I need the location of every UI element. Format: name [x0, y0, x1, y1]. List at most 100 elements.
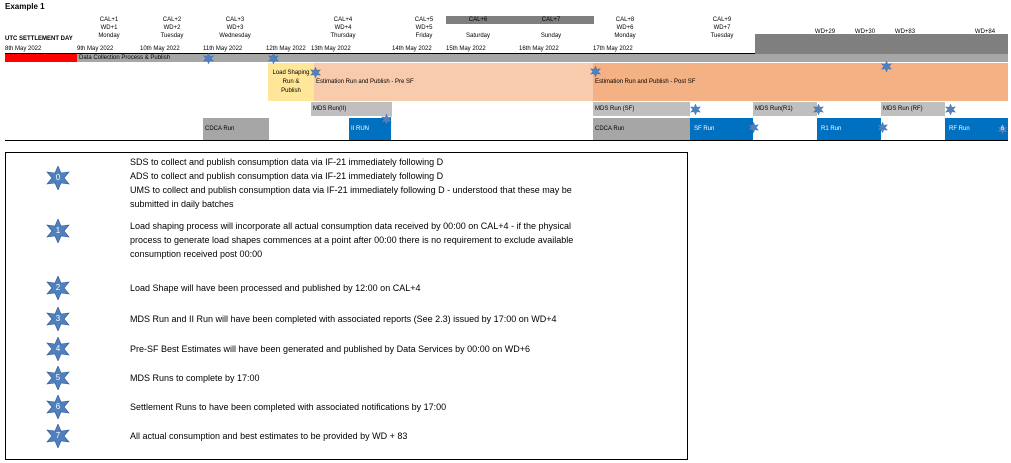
first-date: 8th May 2022: [5, 46, 42, 52]
legend-number: 6: [55, 402, 61, 411]
header-cal: CAL+7: [541, 17, 561, 23]
legend-line: Load Shape will have been processed and …: [130, 283, 421, 293]
milestone-star-icon: [945, 104, 956, 115]
header-cal: CAL+1: [99, 17, 119, 23]
header-date: 9th May 2022: [77, 46, 114, 52]
header-wd: WD+6: [616, 25, 634, 31]
red-bar: [5, 54, 77, 62]
mds-sf-label: MDS Run (SF): [595, 106, 635, 112]
legend-number: 1: [55, 226, 61, 235]
legend-number: 5: [55, 373, 61, 382]
rf-run-label: RF Run: [949, 126, 970, 132]
legend-number: 2: [55, 283, 61, 292]
estimation-pre-bar: Estimation Run and Publish - Pre SF: [314, 63, 593, 101]
header-wd: WD+4: [334, 25, 352, 31]
header-wd: WD+1: [100, 25, 118, 31]
legend-star-icon: 5: [46, 366, 70, 390]
mds-sf-bar: MDS Run (SF): [593, 102, 690, 116]
page-title: Example 1: [5, 2, 45, 11]
wd-extra-label: WD+83: [894, 29, 916, 35]
wd-extra-label: WD+30: [854, 29, 876, 35]
milestone-star-icon: [381, 114, 392, 125]
legend-box: 0 SDS to collect and publish consumption …: [5, 152, 688, 460]
milestone-star-icon: [268, 53, 279, 64]
header-day: Sunday: [540, 33, 562, 39]
header-cal: CAL+2: [162, 17, 182, 23]
legend-line: UMS to collect and publish consumption d…: [130, 185, 572, 195]
header-day: Tuesday: [160, 33, 184, 39]
header-date: 13th May 2022: [311, 46, 351, 52]
header-wd: WD+3: [226, 25, 244, 31]
legend-text: Load Shape will have been processed and …: [130, 281, 690, 295]
legend-line: Load shaping process will incorporate al…: [130, 221, 572, 231]
later-block: [755, 34, 1008, 54]
mds-r1-label: MDS Run(R1): [755, 106, 793, 112]
cdca-run-bar: CDCA Run: [203, 118, 269, 140]
legend-star-icon: 3: [46, 307, 70, 331]
legend-text: MDS Run and II Run will have been comple…: [130, 312, 690, 326]
data-collection-label: Data Collection Process & Publish: [79, 55, 171, 61]
header-date: 10th May 2022: [140, 46, 180, 52]
legend-line: submitted in daily batches: [130, 199, 234, 209]
header-cal: CAL+4: [333, 17, 353, 23]
milestone-star-icon: [590, 66, 601, 77]
milestone-star-icon: [813, 104, 824, 115]
wd-extra-label: WD+84: [974, 29, 996, 35]
legend-star-icon: 0: [46, 166, 70, 190]
bottom-line: [5, 140, 1008, 141]
header-wd: WD+7: [713, 25, 731, 31]
legend-line: All actual consumption and best estimate…: [130, 431, 408, 441]
legend-number: 0: [55, 173, 61, 182]
header-day: Saturday: [465, 33, 490, 39]
cdca-run-label: CDCA Run: [205, 126, 235, 132]
estimation-post-label: Estimation Run and Publish - Post SF: [595, 79, 696, 85]
legend-line: Pre-SF Best Estimates will have been gen…: [130, 344, 530, 354]
legend-line: MDS Run and II Run will have been comple…: [130, 314, 557, 324]
legend-star-icon: 6: [46, 395, 70, 419]
legend-number: 4: [55, 344, 61, 353]
r1-run-bar: R1 Run: [817, 118, 881, 140]
load-shaping-bar: Load Shaping Run & Publish: [268, 63, 314, 101]
legend-text: MDS Runs to complete by 17:00: [130, 371, 690, 385]
header-date: 11th May 2022: [203, 46, 243, 52]
legend-line: SDS to collect and publish consumption d…: [130, 157, 444, 167]
header-date: 17th May 2022: [593, 46, 633, 52]
load-shaping-label-2: Run &: [282, 79, 300, 85]
milestone-star-icon: [203, 53, 214, 64]
legend-line: MDS Runs to complete by 17:00: [130, 373, 260, 383]
legend-text: SDS to collect and publish consumption d…: [130, 155, 690, 211]
header-date: 16th May 2022: [519, 46, 559, 52]
milestone-star-icon: [881, 61, 892, 72]
mds-ii-bar: MDS Run(II): [311, 102, 392, 116]
header-date: 14th May 2022: [392, 46, 432, 52]
legend-line: Settlement Runs to have been completed w…: [130, 402, 447, 412]
legend-line: process to generate load shapes commence…: [130, 235, 574, 245]
milestone-star-icon: [690, 104, 701, 115]
load-shaping-label-3: Publish: [281, 88, 301, 94]
legend-text: Load shaping process will incorporate al…: [130, 219, 690, 261]
header-day: Wednesday: [219, 33, 251, 39]
legend-number: 7: [55, 431, 61, 440]
legend-star-icon: 1: [46, 219, 70, 243]
header-day: Tuesday: [710, 33, 734, 39]
mds-rf-label: MDS Run (RF): [883, 106, 923, 112]
legend-text: All actual consumption and best estimate…: [130, 429, 690, 443]
header-date: 12th May 2022: [266, 46, 306, 52]
sf-run-label: SF Run: [694, 126, 715, 132]
legend-text: Pre-SF Best Estimates will have been gen…: [130, 342, 690, 356]
legend-star-icon: 2: [46, 276, 70, 300]
mds-rf-bar: MDS Run (RF): [881, 102, 945, 116]
header-cal: CAL+3: [225, 17, 245, 23]
mds-r1-bar: MDS Run(R1): [753, 102, 817, 116]
header-cal: CAL+6: [468, 17, 488, 23]
milestone-star-icon: [310, 67, 321, 78]
legend-text: Settlement Runs to have been completed w…: [130, 400, 690, 414]
legend-number: 3: [55, 314, 61, 323]
header-day: Monday: [614, 33, 636, 39]
milestone-star-icon: [877, 122, 888, 133]
wd-extra-label: WD+29: [814, 29, 836, 35]
milestone-star-icon: 6: [997, 124, 1008, 135]
r1-run-label: R1 Run: [821, 126, 842, 132]
sf-run-bar: SF Run: [690, 118, 753, 140]
milestone-star-icon: [748, 122, 759, 133]
